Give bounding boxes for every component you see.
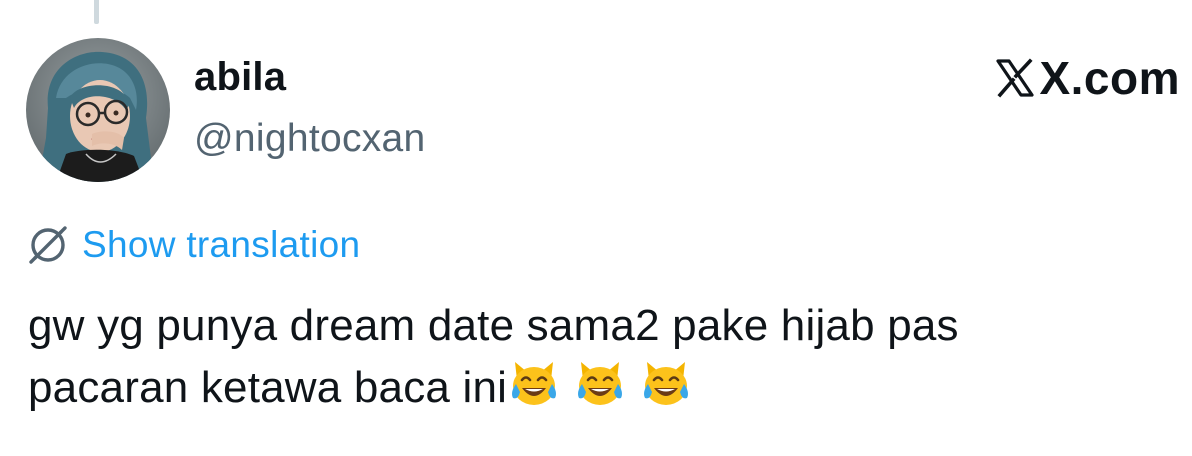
- show-translation-label: Show translation: [82, 224, 361, 265]
- tweet-card: abila @nightocxan X.com Show translation…: [0, 0, 1192, 456]
- thread-connector-line: [94, 0, 99, 24]
- tweet-text-line-1: gw yg punya dream date sama2 pake hijab …: [28, 301, 959, 350]
- user-handle[interactable]: @nightocxan: [194, 117, 426, 161]
- cat-tears-of-joy-icon: [639, 356, 693, 410]
- cat-tears-of-joy-icon: [507, 356, 561, 410]
- tweet-text: gw yg punya dream date sama2 pake hijab …: [28, 296, 1178, 418]
- tweet-text-line-2: pacaran ketawa baca ini: [28, 356, 1178, 418]
- display-name[interactable]: abila: [194, 55, 286, 100]
- globe-icon: [29, 226, 67, 264]
- tweet-text-line-2-text: pacaran ketawa baca ini: [28, 363, 508, 412]
- avatar-photo: [26, 38, 170, 182]
- show-translation-link[interactable]: Show translation: [28, 220, 360, 270]
- x-logo-icon: [996, 58, 1035, 98]
- brand-text: X.com: [1039, 52, 1180, 104]
- brand-logo: X.com: [993, 50, 1180, 106]
- cat-tears-of-joy-icon: [573, 356, 627, 410]
- avatar[interactable]: [26, 38, 170, 182]
